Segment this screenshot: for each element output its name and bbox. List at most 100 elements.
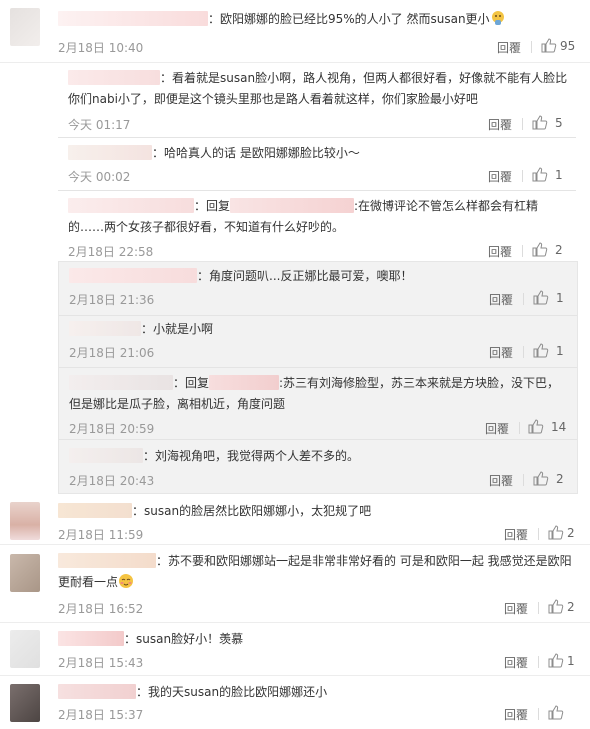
reply-box: ：角度问题叭...反正娜比最可爱，噢耶！ 2月18日 21:36 回覆 1 ：小… bbox=[58, 261, 578, 494]
comment-text: ：欧阳娜娜的脸已经比95%的人小了 然而susan更小 bbox=[58, 10, 506, 28]
username-mask[interactable] bbox=[58, 553, 156, 568]
username-mask[interactable] bbox=[58, 503, 132, 518]
username-mask[interactable] bbox=[69, 375, 173, 390]
avatar[interactable] bbox=[10, 630, 40, 668]
reply-item: ：刘海视角吧，我觉得两个人差不多的。 2月18日 20:43 回覆 2 bbox=[59, 439, 577, 492]
reply-button[interactable]: 回覆 bbox=[489, 344, 513, 361]
like-count: 1 bbox=[567, 654, 575, 668]
reply-time: 2月18日 21:06 bbox=[69, 346, 155, 360]
thumb-up-icon[interactable] bbox=[548, 705, 564, 720]
reply-button[interactable]: 回覆 bbox=[489, 472, 513, 489]
reply-item: ：角度问题叭...反正娜比最可爱，噢耶！ 2月18日 21:36 回覆 1 bbox=[59, 262, 577, 316]
username-mask[interactable] bbox=[68, 198, 194, 213]
reply-text: ：哈哈真人的话 是欧阳娜娜脸比较小～ bbox=[68, 144, 360, 162]
reply-item: ：哈哈真人的话 是欧阳娜娜脸比较小～ 今天 00:02 回覆 1 bbox=[58, 137, 576, 191]
thumb-up-icon[interactable] bbox=[533, 343, 549, 358]
comment-time: 2月18日 11:59 bbox=[58, 528, 144, 542]
thumb-up-icon[interactable] bbox=[541, 38, 557, 53]
username-mask[interactable] bbox=[69, 321, 141, 336]
reply-button[interactable]: 回覆 bbox=[504, 706, 528, 723]
reply-text: ：角度问题叭...反正娜比最可爱，噢耶！ bbox=[69, 267, 412, 285]
reply-text-line2: 但是娜比是瓜子脸，离相机近，角度问题 bbox=[69, 397, 286, 411]
reply-item: ：回复:在微博评论不管怎么样都会有杠精 的……两个女孩子都很好看，不知道有什么好… bbox=[58, 190, 576, 262]
reply-button[interactable]: 回覆 bbox=[488, 168, 512, 185]
blush-emoji-icon bbox=[118, 573, 134, 589]
divider bbox=[523, 474, 524, 486]
reply-button[interactable]: 回覆 bbox=[497, 39, 521, 56]
divider bbox=[538, 602, 539, 614]
reply-item: ：回复:苏三有刘海修脸型，苏三本来就是方块脸，没下巴， 但是娜比是瓜子脸，离相机… bbox=[59, 367, 577, 440]
like-count: 95 bbox=[560, 39, 576, 53]
thinking-emoji-icon bbox=[490, 10, 506, 26]
reply-item: ：小就是小啊 2月18日 21:06 回覆 1 bbox=[59, 315, 577, 368]
avatar[interactable] bbox=[10, 554, 40, 592]
reply-time: 2月18日 22:58 bbox=[68, 245, 154, 259]
thumb-up-icon[interactable] bbox=[532, 115, 548, 130]
reply-text: ：看着就是susan脸小啊，路人视角，但两人都很好看，好像就不能有人脸比 bbox=[68, 69, 567, 87]
divider bbox=[538, 708, 539, 720]
avatar[interactable] bbox=[10, 502, 40, 540]
like-count: 1 bbox=[556, 291, 564, 305]
reply-time: 今天 01:17 bbox=[68, 118, 131, 132]
reply-text: ：小就是小啊 bbox=[69, 320, 213, 338]
reply-button[interactable]: 回覆 bbox=[489, 291, 513, 308]
divider bbox=[522, 170, 523, 182]
like-count: 2 bbox=[567, 526, 575, 540]
reply-button[interactable]: 回覆 bbox=[504, 526, 528, 543]
avatar[interactable] bbox=[10, 8, 40, 46]
comment-item: ：欧阳娜娜的脸已经比95%的人小了 然而susan更小 2月18日 10:40 … bbox=[0, 0, 590, 63]
username-mask[interactable] bbox=[209, 375, 280, 390]
avatar[interactable] bbox=[10, 684, 40, 722]
divider bbox=[522, 118, 523, 130]
thumb-up-icon[interactable] bbox=[528, 419, 544, 434]
divider bbox=[522, 245, 523, 257]
username-mask[interactable] bbox=[69, 448, 143, 463]
reply-time: 今天 00:02 bbox=[68, 170, 131, 184]
like-count: 2 bbox=[567, 600, 575, 614]
thumb-up-icon[interactable] bbox=[533, 290, 549, 305]
like-count: 5 bbox=[555, 116, 563, 130]
comment-item: ：我的天susan的脸比欧阳娜娜还小 2月18日 15:37 回覆 bbox=[0, 675, 590, 729]
comment-text: ：susan脸好小！羡慕 bbox=[58, 630, 243, 648]
username-mask[interactable] bbox=[58, 631, 124, 646]
thumb-up-icon[interactable] bbox=[532, 242, 548, 257]
like-count: 2 bbox=[555, 243, 563, 257]
reply-text-line2: 你们nabi小了，即便是这个镜头里那也是路人看着就这样，你们家脸最小好吧 bbox=[68, 92, 478, 106]
reply-button[interactable]: 回覆 bbox=[488, 243, 512, 260]
divider bbox=[523, 346, 524, 358]
reply-item: ：看着就是susan脸小啊，路人视角，但两人都很好看，好像就不能有人脸比 你们n… bbox=[58, 62, 576, 138]
comment-time: 2月18日 16:52 bbox=[58, 602, 144, 616]
divider bbox=[538, 656, 539, 668]
username-mask[interactable] bbox=[68, 145, 152, 160]
comment-time: 2月18日 15:37 bbox=[58, 708, 144, 722]
comment-item: ：susan脸好小！羡慕 2月18日 15:43 回覆 1 bbox=[0, 622, 590, 676]
reply-text: ：回复:苏三有刘海修脸型，苏三本来就是方块脸，没下巴， bbox=[69, 374, 559, 392]
thumb-up-icon[interactable] bbox=[548, 525, 564, 540]
thumb-up-icon[interactable] bbox=[532, 167, 548, 182]
divider bbox=[519, 422, 520, 434]
username-mask[interactable] bbox=[58, 11, 208, 26]
username-mask[interactable] bbox=[58, 684, 136, 699]
reply-time: 2月18日 21:36 bbox=[69, 293, 155, 307]
like-count: 2 bbox=[556, 472, 564, 486]
thumb-up-icon[interactable] bbox=[533, 471, 549, 486]
comment-text: ：苏不要和欧阳娜娜站一起是非常非常好看的 可是和欧阳一起 我感觉还是欧阳 bbox=[58, 552, 572, 570]
comment-time: 2月18日 10:40 bbox=[58, 41, 144, 55]
comment-text-line2: 更耐看一点 bbox=[58, 573, 134, 591]
comment-item: ：苏不要和欧阳娜娜站一起是非常非常好看的 可是和欧阳一起 我感觉还是欧阳 更耐看… bbox=[0, 544, 590, 623]
username-mask[interactable] bbox=[69, 268, 197, 283]
like-count: 1 bbox=[556, 344, 564, 358]
reply-button[interactable]: 回覆 bbox=[504, 600, 528, 617]
username-mask[interactable] bbox=[230, 198, 355, 213]
divider bbox=[523, 293, 524, 305]
reply-time: 2月18日 20:59 bbox=[69, 422, 155, 436]
reply-time: 2月18日 20:43 bbox=[69, 474, 155, 488]
like-count: 14 bbox=[551, 420, 567, 434]
reply-button[interactable]: 回覆 bbox=[504, 654, 528, 671]
reply-button[interactable]: 回覆 bbox=[485, 420, 509, 437]
thumb-up-icon[interactable] bbox=[548, 599, 564, 614]
divider bbox=[531, 41, 532, 53]
thumb-up-icon[interactable] bbox=[548, 653, 564, 668]
username-mask[interactable] bbox=[68, 70, 160, 85]
reply-button[interactable]: 回覆 bbox=[488, 116, 512, 133]
